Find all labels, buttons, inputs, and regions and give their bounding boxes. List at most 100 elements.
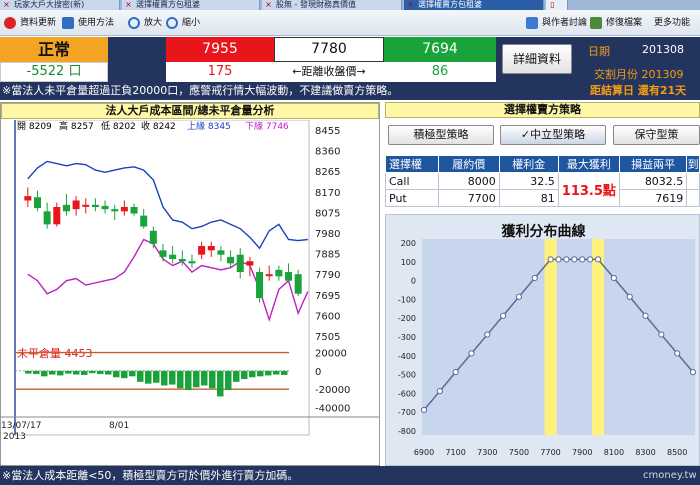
y-tick-label: -500 — [398, 371, 416, 380]
detail-button[interactable]: 詳細資料 — [502, 44, 572, 74]
month-value: 201309 — [641, 68, 684, 81]
month-label: 交割月份 — [594, 68, 638, 81]
candle-body — [91, 204, 99, 207]
oi-bar — [129, 370, 136, 377]
right-panel-title: 選擇權賣方策略 — [385, 102, 700, 118]
candle-body — [246, 261, 254, 266]
x-tick-label: 7500 — [509, 448, 529, 457]
oi-bar — [137, 370, 144, 382]
more-button[interactable]: 更多功能 — [652, 16, 690, 30]
close-price: 7780 — [274, 37, 384, 62]
profit-point — [555, 256, 562, 263]
chat-icon — [526, 17, 538, 29]
x-tick-label: 8/01 — [109, 421, 129, 431]
tab-2[interactable]: × 股無 - 發現財務真價值 — [262, 0, 402, 10]
zoom-out-label: 縮小 — [182, 18, 201, 28]
extra-cell — [686, 189, 700, 207]
candle-body — [227, 256, 235, 264]
y-tick-label: 8170 — [315, 188, 340, 199]
candle-body — [140, 215, 148, 227]
discuss-button[interactable]: 與作者討論 — [526, 16, 587, 30]
candle-body — [275, 269, 283, 277]
profit-point — [515, 293, 523, 300]
zoom-in-button[interactable]: 放大 — [128, 16, 162, 30]
col-max-profit: 最大獲利 — [557, 155, 620, 173]
tab-3[interactable]: × 選擇權賣方包租婆 — [404, 0, 544, 10]
y-tick-label: -700 — [398, 408, 416, 417]
footer-note: ※當法人成本距離<50，積極型賣方可於價外進行賣方加碼。 — [2, 469, 299, 482]
repair-label: 修復檔案 — [606, 18, 643, 28]
oi-bar — [41, 370, 48, 377]
y-tick-label: 200 — [401, 239, 416, 248]
tab-1[interactable]: × 選擇權賣方包租婆 — [122, 0, 260, 10]
close-icon[interactable]: × — [124, 0, 133, 9]
chart-frame — [14, 120, 310, 436]
conservative-strategy-button[interactable]: 保守型策 — [613, 125, 700, 145]
y-tick-label: 7505 — [315, 332, 340, 343]
days-remaining: 距結算日 還有21天 — [590, 84, 687, 97]
aggressive-strategy-button[interactable]: 積極型策略 — [388, 125, 494, 145]
y-tick-label: 8265 — [315, 167, 340, 178]
zoom-out-button[interactable]: 縮小 — [166, 16, 200, 30]
x-tick-label: 8300 — [635, 448, 655, 457]
oi-y-tick-label: 0 — [315, 367, 321, 378]
toolbar: 資料更新 使用方法 放大 縮小 與作者討論 修復檔案 更多功能 — [0, 10, 700, 36]
zoom-in-icon — [128, 17, 140, 29]
max-profit: 113.5點 — [557, 172, 620, 207]
upper-diff: 175 — [166, 62, 274, 82]
col-premium: 權利金 — [498, 155, 559, 173]
profit-point — [547, 256, 554, 263]
upper-price: 7955 — [166, 37, 274, 62]
col-extra: 到 — [686, 155, 700, 173]
candle-body — [188, 261, 196, 264]
oi-y-tick-label: -20000 — [315, 385, 350, 396]
help-button[interactable]: 使用方法 — [62, 16, 114, 30]
candle-body — [53, 206, 61, 225]
close-icon[interactable]: × — [406, 0, 415, 9]
strike-price: 8000 — [437, 172, 500, 190]
candle-body — [294, 274, 302, 294]
col-breakeven: 損益兩平 — [618, 155, 688, 173]
profit-point — [571, 256, 578, 263]
candle-body — [265, 274, 273, 277]
oi-bar — [145, 370, 152, 384]
x-tick-label: 13/07/17 — [1, 421, 41, 431]
y-tick-label: 7600 — [315, 311, 340, 322]
col-option: 選擇權 — [385, 155, 439, 173]
oi-bar — [273, 370, 280, 375]
neutral-strategy-button[interactable]: ✓中立型策略 — [500, 125, 606, 145]
lower-diff: 86 — [384, 62, 496, 82]
y-tick-label: -200 — [398, 314, 416, 323]
refresh-button[interactable]: 資料更新 — [4, 16, 56, 30]
discuss-label: 與作者討論 — [542, 18, 588, 28]
y-tick-label: 7885 — [315, 250, 340, 261]
plot-area — [422, 239, 695, 435]
strategy-panel: 選擇權賣方策略 積極型策略 ✓中立型策略 保守型策 選擇權 履約價 權利金 最大… — [383, 102, 700, 466]
close-icon[interactable]: × — [2, 0, 11, 9]
candle-body — [24, 196, 32, 201]
profit-point — [674, 350, 681, 357]
profit-point — [689, 369, 697, 376]
legend-item: 低 8202 — [101, 120, 136, 132]
tab-0[interactable]: × 玩家大戶大搜密(新) — [0, 0, 120, 10]
profit-point — [452, 369, 459, 376]
candle-body — [256, 272, 264, 299]
y-tick-label: -300 — [398, 333, 416, 342]
zoom-out-icon — [166, 17, 178, 29]
oi-bar — [265, 370, 272, 376]
oi-bar — [113, 370, 120, 378]
status-badge: 正常 — [0, 37, 108, 62]
profit-point — [642, 312, 649, 319]
tab-strip: × 玩家大戶大搜密(新) × 選擇權賣方包租婆 × 股無 - 發現財務真價值 × 選擇權… — [0, 0, 700, 10]
x-tick-label: 7100 — [445, 448, 465, 457]
repair-button[interactable]: 修復檔案 — [590, 16, 642, 30]
premium: 32.5 — [498, 172, 559, 190]
help-icon — [62, 17, 74, 29]
close-icon[interactable]: × — [264, 0, 273, 9]
new-tab-button[interactable]: ▯ — [546, 0, 568, 10]
help-label: 使用方法 — [78, 18, 115, 28]
oi-bar — [281, 370, 288, 375]
legend-item: 高 8257 — [59, 120, 94, 132]
x-tick-label: 6900 — [414, 448, 434, 457]
oi-bar — [49, 370, 56, 375]
